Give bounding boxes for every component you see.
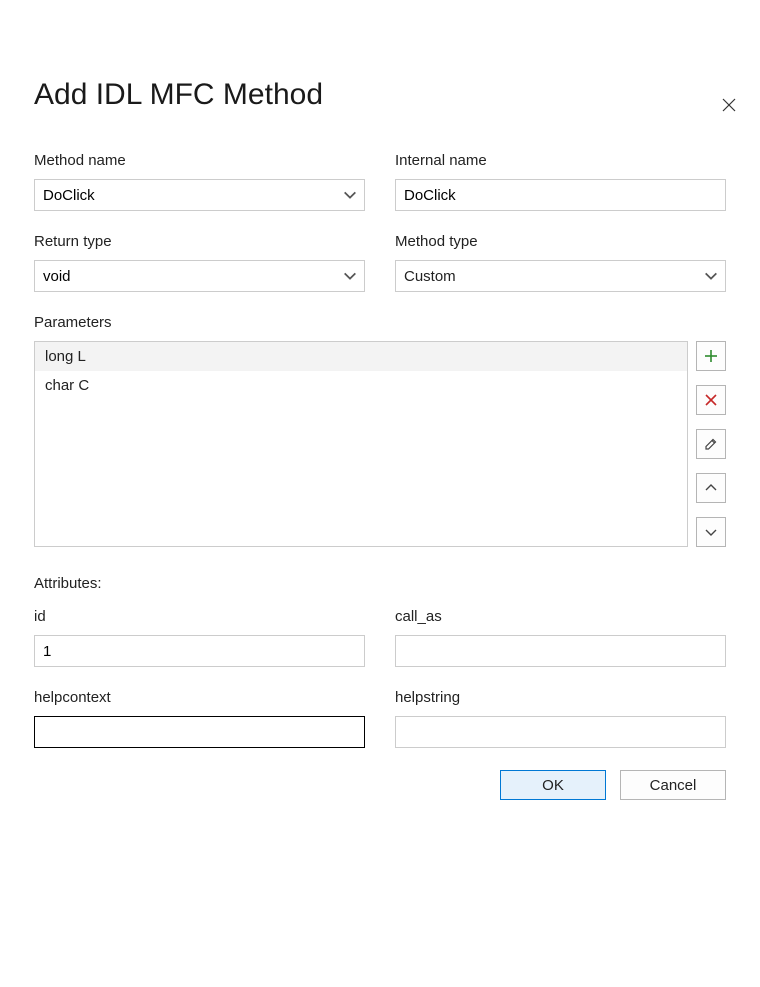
helpstring-input[interactable] [404, 717, 717, 747]
id-field[interactable] [34, 635, 365, 667]
move-up-button[interactable] [696, 473, 726, 503]
chevron-down-icon[interactable] [703, 268, 719, 284]
method-type-group: Method type Custom [395, 233, 726, 292]
helpstring-field[interactable] [395, 716, 726, 748]
helpstring-label: helpstring [395, 689, 726, 706]
parameters-area: long Lchar C [34, 341, 726, 547]
close-icon [722, 98, 736, 112]
plus-icon [703, 348, 719, 364]
chevron-down-icon[interactable] [342, 187, 358, 203]
add-idl-mfc-method-dialog: Add IDL MFC Method Method name Internal … [0, 78, 760, 987]
call-as-input[interactable] [404, 636, 717, 666]
parameters-list-item[interactable]: long L [35, 342, 687, 371]
row-type: Return type Method type Custom [34, 233, 726, 292]
dialog-button-row: OK Cancel [34, 770, 726, 800]
id-label: id [34, 608, 365, 625]
method-type-value: Custom [404, 268, 717, 285]
internal-name-group: Internal name [395, 152, 726, 211]
internal-name-input[interactable] [404, 180, 717, 210]
helpcontext-group: helpcontext [34, 689, 365, 748]
pencil-icon [703, 436, 719, 452]
remove-parameter-button[interactable] [696, 385, 726, 415]
chevron-down-icon [703, 524, 719, 540]
parameters-listbox[interactable]: long Lchar C [34, 341, 688, 547]
helpcontext-field[interactable] [34, 716, 365, 748]
id-input[interactable] [43, 636, 356, 666]
call-as-field[interactable] [395, 635, 726, 667]
dialog-title: Add IDL MFC Method [34, 78, 726, 112]
method-type-select[interactable]: Custom [395, 260, 726, 292]
call-as-label: call_as [395, 608, 726, 625]
chevron-up-icon [703, 480, 719, 496]
chevron-down-icon[interactable] [342, 268, 358, 284]
parameters-list-item[interactable]: char C [35, 371, 687, 400]
method-name-input[interactable] [43, 180, 334, 210]
return-type-group: Return type [34, 233, 365, 292]
ok-button[interactable]: OK [500, 770, 606, 800]
call-as-group: call_as [395, 608, 726, 667]
parameters-button-column [696, 341, 726, 547]
method-name-group: Method name [34, 152, 365, 211]
x-icon [703, 392, 719, 408]
return-type-input[interactable] [43, 261, 334, 291]
helpcontext-input[interactable] [43, 717, 356, 747]
attributes-label: Attributes: [34, 575, 726, 592]
method-name-label: Method name [34, 152, 365, 169]
cancel-button[interactable]: Cancel [620, 770, 726, 800]
move-down-button[interactable] [696, 517, 726, 547]
add-parameter-button[interactable] [696, 341, 726, 371]
row-attr-2: helpcontext helpstring [34, 689, 726, 748]
helpstring-group: helpstring [395, 689, 726, 748]
internal-name-field[interactable] [395, 179, 726, 211]
edit-parameter-button[interactable] [696, 429, 726, 459]
return-type-label: Return type [34, 233, 365, 250]
method-type-label: Method type [395, 233, 726, 250]
parameters-label: Parameters [34, 314, 726, 331]
return-type-combo[interactable] [34, 260, 365, 292]
method-name-combo[interactable] [34, 179, 365, 211]
helpcontext-label: helpcontext [34, 689, 365, 706]
internal-name-label: Internal name [395, 152, 726, 169]
id-group: id [34, 608, 365, 667]
row-attr-1: id call_as [34, 608, 726, 667]
row-name: Method name Internal name [34, 152, 726, 211]
close-button[interactable] [720, 96, 738, 114]
